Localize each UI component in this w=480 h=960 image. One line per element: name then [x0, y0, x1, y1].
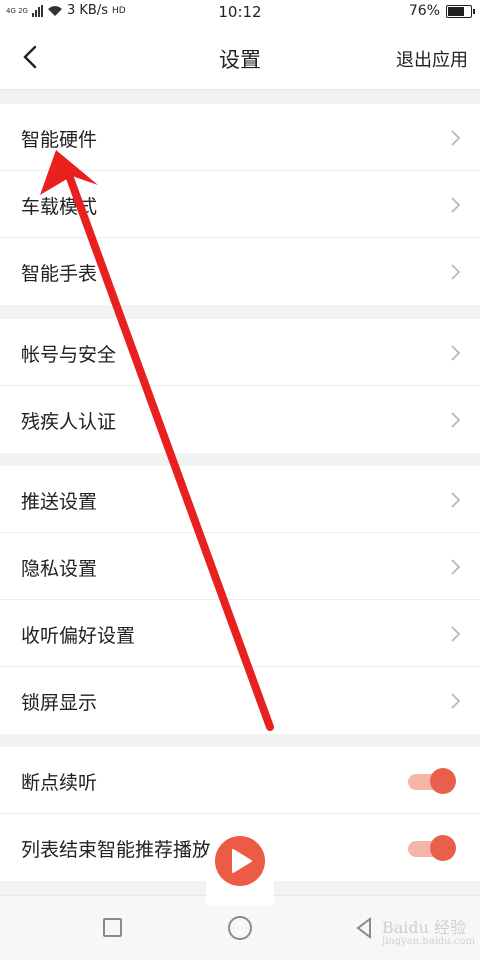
settings-item-label: 推送设置 — [21, 491, 98, 513]
chevron-right-icon — [451, 345, 461, 361]
settings-item-label: 隐私设置 — [21, 558, 98, 580]
settings-item-car-mode[interactable]: 车载模式 — [0, 171, 480, 238]
settings-item-label: 列表结束智能推荐播放 — [21, 839, 212, 861]
settings-group-devices: 智能硬件 车载模式 智能手表 — [0, 104, 480, 305]
play-icon — [232, 849, 252, 873]
settings-item-smart-hardware[interactable]: 智能硬件 — [0, 104, 480, 171]
settings-item-account-security[interactable]: 帐号与安全 — [0, 319, 480, 386]
recent-apps-button[interactable] — [103, 918, 122, 937]
settings-item-lockscreen-display[interactable]: 锁屏显示 — [0, 667, 480, 734]
settings-item-listening-preferences[interactable]: 收听偏好设置 — [0, 600, 480, 667]
chevron-right-icon — [451, 130, 461, 146]
settings-item-smart-watch[interactable]: 智能手表 — [0, 238, 480, 305]
exit-app-button[interactable]: 退出应用 — [396, 46, 468, 72]
chevron-right-icon — [451, 693, 461, 709]
resume-playback-toggle[interactable] — [408, 768, 456, 794]
status-right: 76% — [408, 3, 475, 19]
chevron-right-icon — [451, 264, 461, 280]
settings-item-label: 车载模式 — [21, 196, 98, 218]
settings-item-label: 帐号与安全 — [21, 344, 117, 366]
watermark: Baidu 经验 jingyan.baidu.com — [382, 914, 475, 947]
back-button[interactable] — [14, 40, 48, 74]
chevron-right-icon — [451, 559, 461, 575]
battery-percent: 76% — [408, 3, 440, 19]
battery-icon — [446, 4, 475, 18]
settings-item-label: 智能硬件 — [21, 129, 98, 151]
settings-item-push-settings[interactable]: 推送设置 — [0, 466, 480, 533]
settings-group-account: 帐号与安全 残疾人认证 — [0, 319, 480, 453]
status-bar: 4G 2G 3 KB/s HD 10:12 76% — [0, 0, 480, 24]
smart-recommend-toggle[interactable] — [408, 835, 456, 861]
home-button[interactable] — [228, 916, 252, 940]
settings-item-label: 断点续听 — [21, 772, 98, 794]
settings-group-preferences: 推送设置 隐私设置 收听偏好设置 锁屏显示 — [0, 466, 480, 734]
settings-item-disability-verification[interactable]: 残疾人认证 — [0, 386, 480, 453]
settings-item-resume-playback: 断点续听 — [0, 747, 480, 814]
chevron-right-icon — [451, 197, 461, 213]
chevron-right-icon — [451, 626, 461, 642]
watermark-brand: Baidu 经验 — [382, 918, 467, 937]
settings-item-label: 残疾人认证 — [21, 411, 117, 433]
chevron-left-icon — [23, 45, 37, 69]
chevron-right-icon — [451, 412, 461, 428]
settings-item-label: 锁屏显示 — [21, 692, 98, 714]
back-triangle-icon[interactable] — [354, 916, 374, 940]
settings-item-label: 智能手表 — [21, 263, 98, 285]
settings-item-label: 收听偏好设置 — [21, 625, 136, 647]
settings-item-privacy-settings[interactable]: 隐私设置 — [0, 533, 480, 600]
watermark-url: jingyan.baidu.com — [382, 936, 476, 947]
header: 设置 退出应用 — [0, 24, 480, 90]
chevron-right-icon — [451, 492, 461, 508]
play-button[interactable] — [215, 836, 265, 886]
